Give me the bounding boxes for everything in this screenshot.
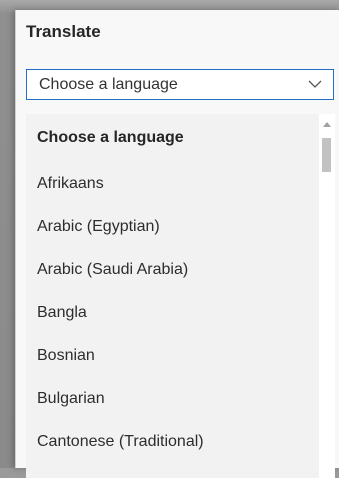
language-select[interactable]: Choose a language [26,69,334,100]
language-select-value: Choose a language [39,76,178,93]
option-bulgarian[interactable]: Bulgarian [26,377,319,420]
option-choose-a-language[interactable]: Choose a language [26,114,319,162]
option-cantonese-traditional[interactable]: Cantonese (Traditional) [26,420,319,463]
option-afrikaans[interactable]: Afrikaans [26,162,319,205]
scroll-up-arrow-icon[interactable] [323,122,331,127]
options-list: Choose a language Afrikaans Arabic (Egyp… [26,114,319,463]
option-arabic-saudi-arabia[interactable]: Arabic (Saudi Arabia) [26,248,319,291]
scrollbar-thumb[interactable] [322,138,331,172]
translate-panel: Translate Choose a language Choose a lan… [15,10,339,478]
dropdown-scrollbar[interactable] [319,114,335,478]
panel-title: Translate [26,22,101,41]
window-backdrop: Translate Choose a language Choose a lan… [0,0,339,478]
chevron-down-icon [308,80,322,88]
option-bangla[interactable]: Bangla [26,291,319,334]
option-bosnian[interactable]: Bosnian [26,334,319,377]
option-arabic-egyptian[interactable]: Arabic (Egyptian) [26,205,319,248]
language-dropdown-list[interactable]: Choose a language Afrikaans Arabic (Egyp… [26,114,335,478]
